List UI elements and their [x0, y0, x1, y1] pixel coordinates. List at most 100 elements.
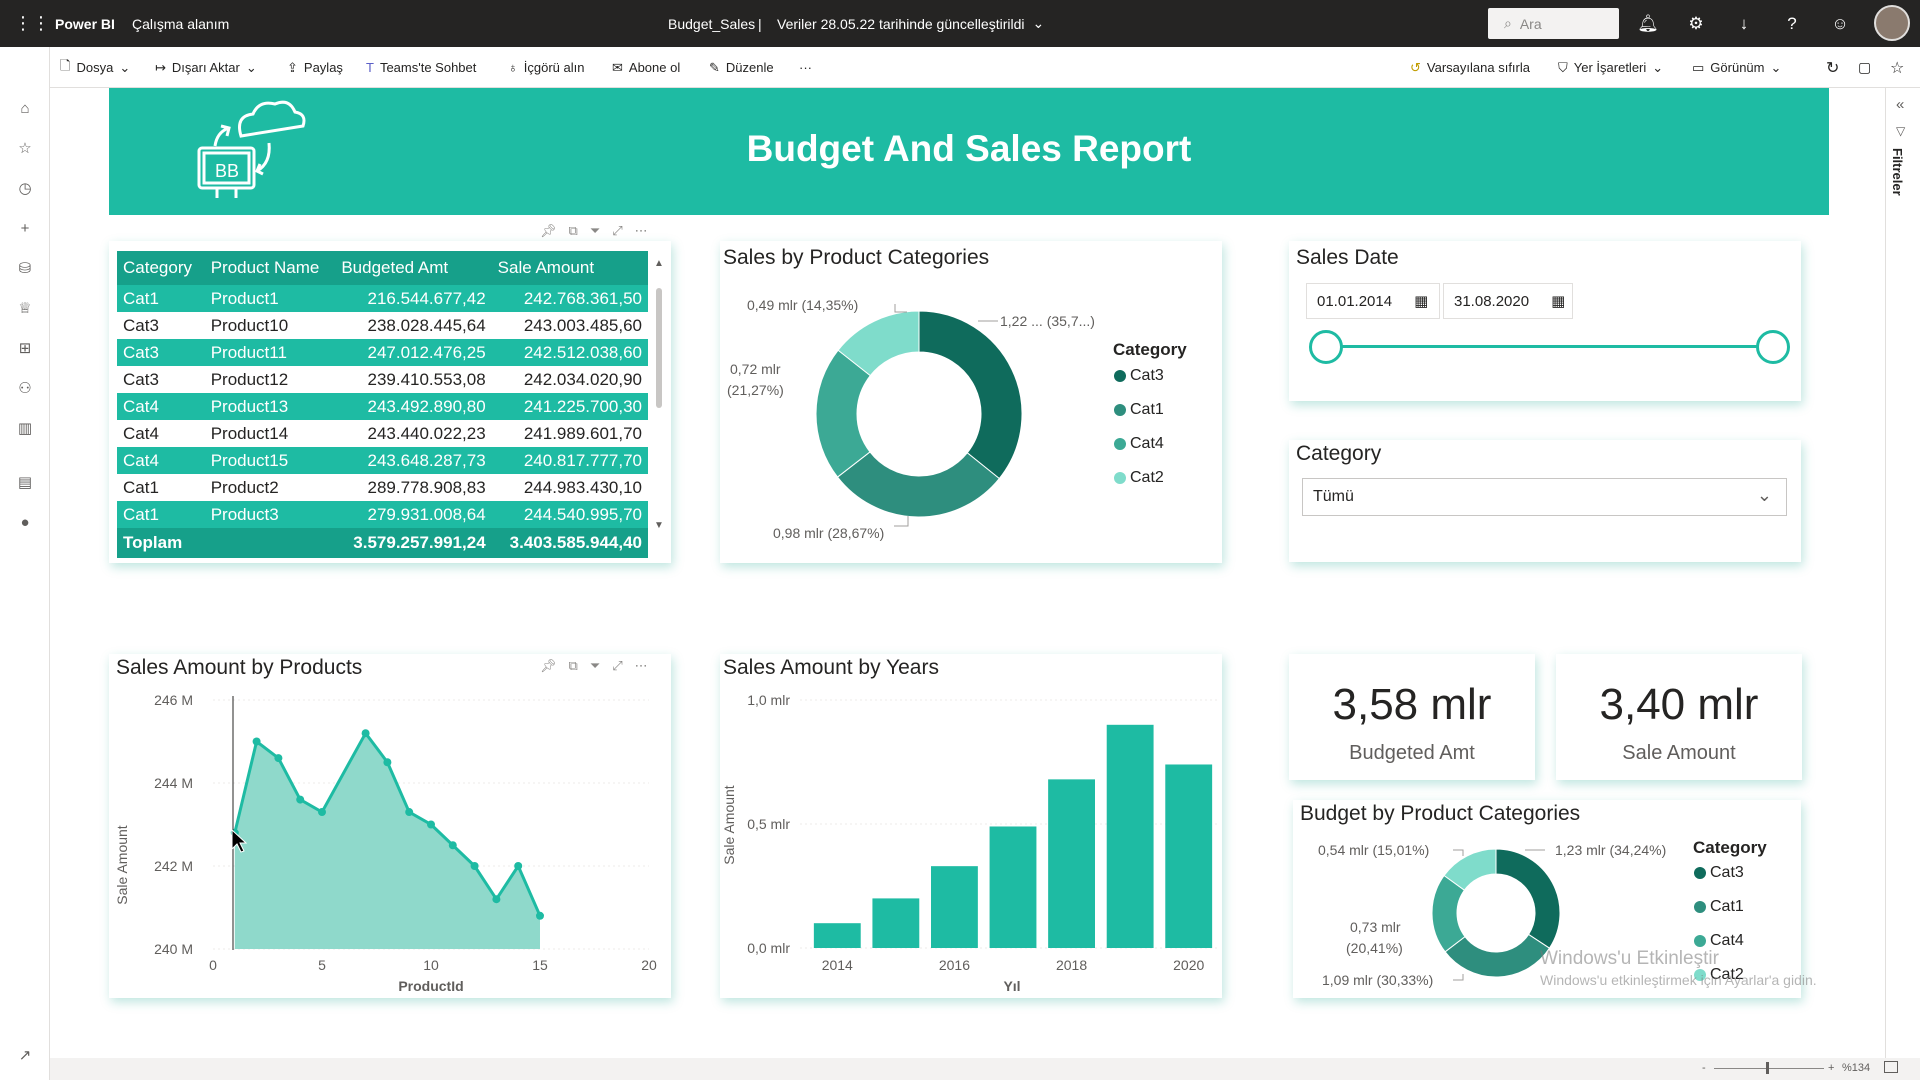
- donut-slice-cat1[interactable]: [1444, 933, 1551, 978]
- data-updated-dropdown[interactable]: Veriler 28.05.22 tarihinde güncelleştiri…: [777, 0, 1044, 47]
- table-row[interactable]: Cat3 Product12 239.410.553,08 242.034.020,9…: [117, 366, 648, 393]
- focus-mode-icon[interactable]: ⤢: [612, 658, 622, 674]
- bar-2016[interactable]: [931, 866, 978, 948]
- view-menu[interactable]: ▭ Görünüm ⌄: [1692, 47, 1781, 88]
- my-workspace-avatar-icon[interactable]: ●: [13, 511, 37, 535]
- area-data-point[interactable]: [492, 895, 501, 904]
- area-chart[interactable]: 246 M 244 M 242 M 240 M 0 5 10 15 20 Sale Amount…: [109, 680, 671, 998]
- column-header[interactable]: Sale Amount: [491, 251, 648, 285]
- table-row[interactable]: Cat3 Product10 238.028.445,64 243.003.485,6…: [117, 312, 648, 339]
- area-data-point[interactable]: [296, 795, 305, 804]
- more-options-button[interactable]: ···: [799, 47, 812, 88]
- area-data-point[interactable]: [448, 841, 457, 850]
- donut-slice-cat3[interactable]: [918, 310, 1023, 480]
- workspaces-icon[interactable]: ▤: [13, 471, 37, 495]
- more-options-icon[interactable]: ⋯: [635, 658, 648, 674]
- filter-icon[interactable]: ⏷: [590, 658, 600, 674]
- pin-icon[interactable]: 📌︎: [540, 658, 557, 674]
- area-data-point[interactable]: [252, 737, 261, 746]
- table-row[interactable]: Cat4 Product15 243.648.287,73 240.817.777,7…: [117, 447, 648, 474]
- reset-default-button[interactable]: ↺ Varsayılana sıfırla: [1410, 47, 1530, 88]
- favorites-star-icon[interactable]: ☆: [13, 137, 37, 161]
- notifications-icon[interactable]: 🔔︎: [1636, 12, 1660, 36]
- area-data-point[interactable]: [514, 862, 523, 870]
- area-data-point[interactable]: [318, 808, 326, 817]
- column-header[interactable]: Product Name: [204, 251, 336, 285]
- copy-icon[interactable]: ⧉: [569, 223, 578, 239]
- table-row[interactable]: Cat1 Product1 216.544.677,42 242.768.361,50: [117, 285, 648, 312]
- app-launcher-icon[interactable]: ⋮⋮: [14, 0, 50, 47]
- legend-item-cat1[interactable]: Cat1: [1114, 401, 1164, 419]
- filters-pane-collapsed[interactable]: « ▽ Filtreler: [1885, 88, 1920, 1060]
- shared-icon[interactable]: ⚇: [13, 377, 37, 401]
- comment-icon[interactable]: ▢: [1858, 47, 1871, 88]
- settings-gear-icon[interactable]: ⚙: [1684, 12, 1708, 36]
- calendar-icon[interactable]: ▦: [1551, 292, 1565, 310]
- donut-slice-cat1[interactable]: [836, 451, 1000, 518]
- copy-icon[interactable]: ⧉: [569, 658, 578, 674]
- datasets-icon[interactable]: ⛁: [13, 257, 37, 281]
- focus-mode-icon[interactable]: ⤢: [612, 223, 622, 239]
- bookmarks-menu[interactable]: ⛉ Yer İşaretleri ⌄: [1558, 47, 1663, 88]
- insights-button[interactable]: ♁ İçgörü alın: [508, 47, 584, 88]
- feedback-smiley-icon[interactable]: ☺: [1828, 12, 1852, 36]
- apps-icon[interactable]: ⊞: [13, 337, 37, 361]
- table-row[interactable]: Cat1 Product2 289.778.908,83 244.983.430,10: [117, 474, 648, 501]
- bar-2019[interactable]: [1106, 724, 1154, 948]
- favorite-star-icon[interactable]: ☆: [1890, 47, 1904, 88]
- area-data-point[interactable]: [383, 758, 392, 767]
- donut-slice-cat3[interactable]: [1495, 848, 1561, 949]
- area-data-point[interactable]: [274, 754, 283, 763]
- legend-item-cat3[interactable]: Cat3: [1694, 864, 1744, 882]
- teams-chat-button[interactable]: T Teams'te Sohbet: [366, 47, 476, 88]
- area-data-point[interactable]: [405, 808, 414, 817]
- learn-book-icon[interactable]: ▥: [13, 417, 37, 441]
- user-avatar[interactable]: [1874, 5, 1910, 41]
- app-name[interactable]: Power BI: [55, 0, 115, 47]
- area-data-point[interactable]: [361, 729, 370, 738]
- goals-trophy-icon[interactable]: ♕: [13, 297, 37, 321]
- refresh-icon[interactable]: ↻: [1826, 47, 1839, 88]
- date-range-end-handle[interactable]: [1756, 330, 1790, 364]
- table-row[interactable]: Cat1 Product3 279.931.008,64 244.540.995,70: [117, 501, 648, 528]
- category-dropdown[interactable]: Tümü ⌄: [1302, 478, 1787, 516]
- more-options-icon[interactable]: ⋯: [635, 223, 648, 239]
- workspace-link[interactable]: Çalışma alanım: [132, 0, 229, 47]
- area-data-point[interactable]: [427, 820, 435, 829]
- start-date-input[interactable]: 01.01.2014 ▦: [1306, 283, 1440, 319]
- table-row[interactable]: Cat4 Product14 243.440.022,23 241.989.601,7…: [117, 420, 648, 447]
- column-header[interactable]: Budgeted Amt: [335, 251, 492, 285]
- area-data-point[interactable]: [536, 911, 544, 920]
- date-range-start-handle[interactable]: [1309, 330, 1343, 364]
- calendar-icon[interactable]: ▦: [1414, 292, 1428, 310]
- pin-icon[interactable]: 📌︎: [540, 223, 557, 239]
- expand-chevron-icon[interactable]: «: [1896, 96, 1904, 113]
- edit-button[interactable]: ✎ Düzenle: [709, 47, 774, 88]
- table-row[interactable]: Cat4 Product13 243.492.890,80 241.225.700,3…: [117, 393, 648, 420]
- zoom-in-icon[interactable]: +: [1828, 1062, 1834, 1074]
- scroll-thumb[interactable]: [656, 288, 662, 408]
- create-plus-icon[interactable]: +: [13, 217, 37, 241]
- table-scrollbar[interactable]: ▲ ▼: [652, 258, 666, 558]
- bar-2017[interactable]: [989, 826, 1037, 948]
- bar-2018[interactable]: [1048, 779, 1095, 948]
- search-box[interactable]: ⌕ Ara: [1488, 8, 1619, 39]
- bar-2020[interactable]: [1165, 764, 1213, 948]
- zoom-level[interactable]: %134: [1842, 1062, 1870, 1074]
- legend-item-cat1[interactable]: Cat1: [1694, 898, 1744, 916]
- column-header[interactable]: Category: [117, 251, 205, 285]
- bar-chart[interactable]: 1,0 mlr 0,5 mlr 0,0 mlr 2014 2016 2018 2020 Sa…: [720, 680, 1222, 998]
- expand-arrow-icon[interactable]: ↗: [13, 1044, 37, 1068]
- legend-item-cat3[interactable]: Cat3: [1114, 367, 1164, 385]
- sales-donut-chart[interactable]: 1,22 ... (35,7...) 0,49 mlr (14,35%) 0,7…: [720, 290, 1100, 560]
- scroll-down-icon[interactable]: ▼: [654, 520, 664, 531]
- area-data-point[interactable]: [470, 862, 479, 870]
- file-menu[interactable]: 🗋︎ Dosya ⌄: [60, 47, 130, 88]
- legend-item-cat2[interactable]: Cat2: [1114, 469, 1164, 487]
- export-menu[interactable]: ↦ Dışarı Aktar ⌄: [155, 47, 257, 88]
- filter-icon[interactable]: ⏷: [590, 223, 600, 239]
- zoom-out-icon[interactable]: -: [1702, 1062, 1706, 1074]
- end-date-input[interactable]: 31.08.2020 ▦: [1443, 283, 1573, 319]
- legend-item-cat4[interactable]: Cat4: [1114, 435, 1164, 453]
- budget-sales-table[interactable]: Category Product Name Budgeted Amt Sale …: [117, 251, 648, 558]
